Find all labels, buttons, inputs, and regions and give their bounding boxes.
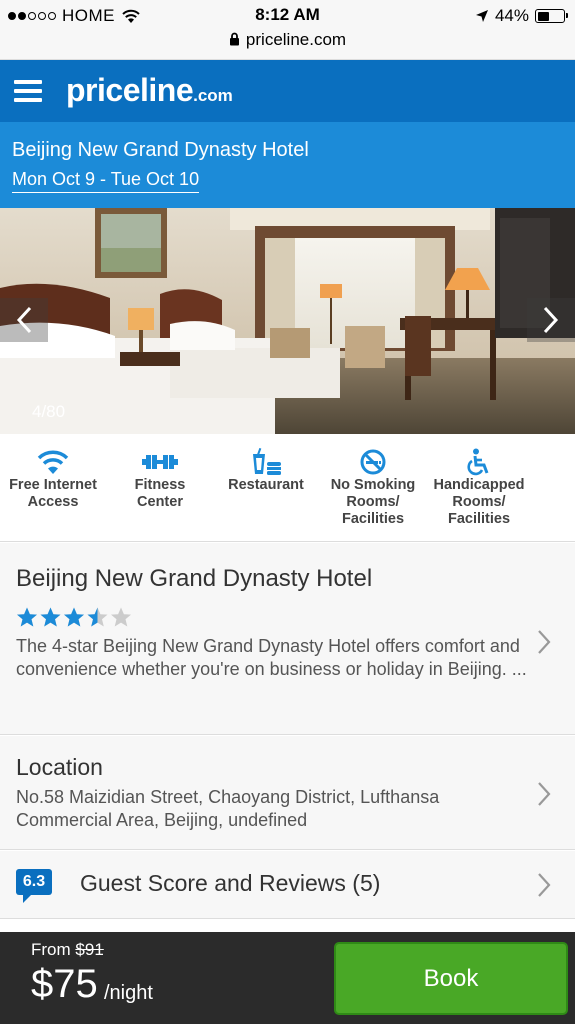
guest-reviews-section[interactable]: 6.3 Guest Score and Reviews (5) [0, 851, 575, 919]
chevron-right-icon [543, 306, 559, 334]
location-address: No.58 Maizidian Street, Chaoyang Distric… [16, 787, 440, 830]
amenity-label: Restaurant [228, 477, 304, 493]
gallery-prev-button[interactable] [0, 298, 48, 342]
guest-score-badge: 6.3 [16, 869, 52, 903]
star-rating [16, 605, 136, 634]
amenity-label: Free Internet Access [9, 477, 97, 510]
logo-suffix: .com [193, 86, 233, 105]
stay-dates-link[interactable]: Mon Oct 9 - Tue Oct 10 [12, 169, 200, 193]
chevron-left-icon [16, 306, 32, 334]
lock-icon [229, 32, 239, 46]
star-5 [111, 607, 131, 627]
star-2 [40, 607, 61, 627]
hotel-room-photo [0, 208, 575, 434]
amenities-row: Free Internet Access Fitness Center Rest… [0, 434, 575, 542]
from-label: From [31, 940, 71, 959]
url-bar[interactable]: priceline.com [0, 30, 575, 60]
battery-percent: 44% [494, 6, 529, 25]
wheelchair-icon [467, 448, 489, 476]
status-right: 44% [475, 6, 568, 26]
hotel-name-header: Beijing New Grand Dynasty Hotel [12, 139, 309, 161]
amenity-handicapped: Handicapped Rooms/Facilities [426, 448, 532, 528]
hamburger-menu-icon[interactable] [14, 80, 42, 104]
battery-level-fill [537, 11, 549, 21]
price-unit: /night [104, 982, 153, 1004]
battery-icon [535, 9, 568, 23]
hotel-overview-section[interactable]: Beijing New Grand Dynasty Hotel The 4-st… [0, 543, 575, 735]
hotel-subheader: Beijing New Grand Dynasty Hotel Mon Oct … [0, 122, 575, 208]
amenity-restaurant: Restaurant [213, 448, 319, 494]
star-1 [17, 607, 37, 627]
star-rating-graphic [17, 607, 131, 627]
guest-reviews-title: Guest Score and Reviews (5) [80, 870, 381, 896]
restaurant-icon [253, 448, 281, 475]
logo-main: priceline [66, 72, 194, 108]
star-3 [64, 607, 84, 627]
wifi-icon [37, 450, 69, 474]
priceline-logo[interactable]: priceline.com [66, 72, 233, 109]
amenity-label: Handicapped Rooms/Facilities [433, 477, 525, 527]
chevron-right-icon [538, 782, 551, 806]
chevron-right-icon [538, 630, 551, 654]
location-arrow-icon [475, 10, 488, 22]
hotel-name: Beijing New Grand Dynasty Hotel [16, 565, 373, 592]
amenity-label: Fitness Center [134, 477, 186, 510]
no-smoking-icon [360, 449, 386, 475]
status-bar: HOME 8:12 AM 44% [0, 0, 575, 30]
hotel-photo-gallery[interactable]: 4/80 [0, 208, 575, 434]
amenity-label: No Smoking Rooms/Facilities [330, 477, 416, 527]
gallery-next-button[interactable] [527, 298, 575, 342]
dumbbell-icon [142, 455, 178, 469]
location-section[interactable]: Location No.58 Maizidian Street, Chaoyan… [0, 736, 575, 850]
amenity-free-internet: Free Internet Access [0, 448, 106, 511]
original-price: $91 [75, 940, 104, 959]
chevron-right-icon [538, 873, 551, 897]
amenity-fitness-center: Fitness Center [107, 448, 213, 511]
gallery-counter: 4/80 [32, 402, 66, 421]
location-title: Location [16, 754, 103, 780]
booking-bar: From $91 $75 /night Book [0, 932, 575, 1024]
star-4 [87, 607, 108, 627]
brand-header: priceline.com [0, 60, 575, 122]
book-button[interactable]: Book [334, 942, 568, 1015]
amenity-no-smoking: No Smoking Rooms/Facilities [320, 448, 426, 528]
nightly-price: $75 [31, 962, 98, 1006]
hotel-description: The 4-star Beijing New Grand Dynasty Hot… [16, 636, 527, 679]
price-from: From $91 [31, 940, 104, 960]
url-text: priceline.com [245, 30, 347, 49]
